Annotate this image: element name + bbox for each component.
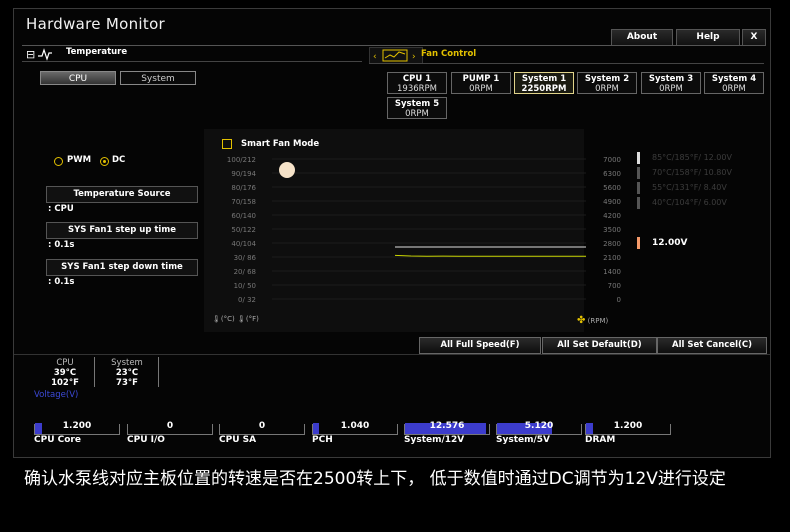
voltage-step-bar[interactable] bbox=[637, 152, 640, 164]
voltage-step-bar[interactable] bbox=[637, 197, 640, 209]
voltage-bar: 1.200 bbox=[34, 421, 120, 435]
voltage-indicator bbox=[637, 237, 640, 249]
voltage-bar: 0 bbox=[127, 421, 213, 435]
temp-tick-label: 90/194 bbox=[231, 170, 256, 178]
caption-text: 确认水泵线对应主板位置的转速是否在2500转上下， 低于数值时通过DC调节为12… bbox=[24, 469, 726, 489]
temp-tick-label: 60/140 bbox=[231, 212, 256, 220]
stat-celsius: 39°C bbox=[53, 368, 77, 378]
temp-tick-label: 40/104 bbox=[231, 240, 256, 248]
voltage-value: 12.576 bbox=[429, 421, 465, 431]
thermometer-icon: 🌡 bbox=[236, 315, 246, 323]
voltage-step-bar[interactable] bbox=[637, 182, 640, 194]
temp-tick-label: 100/212 bbox=[227, 156, 256, 164]
voltage-step-label: 40°C/104°F/ 6.00V bbox=[652, 198, 727, 207]
temp-unit-f: (°F) bbox=[245, 315, 259, 323]
fan-curve-chart: 100/212 90/194 80/176 70/158 60/140 50/122 40/… bbox=[227, 156, 621, 304]
rpm-unit: (RPM) bbox=[587, 317, 609, 325]
voltage-name: PCH bbox=[312, 435, 333, 445]
rpm-tick-label: 4900 bbox=[603, 198, 621, 206]
temp-tick-label: 10/ 50 bbox=[234, 282, 256, 290]
temp-tick-label: 50/122 bbox=[231, 226, 256, 234]
stat-name: System bbox=[111, 358, 143, 368]
voltage-name: DRAM bbox=[585, 435, 616, 445]
all-full-speed-button[interactable]: All Full Speed(F) bbox=[419, 337, 541, 354]
stat-name: CPU bbox=[56, 358, 74, 368]
rpm-tick-label: 0 bbox=[617, 296, 621, 304]
voltage-step-label: 70°C/158°F/ 10.80V bbox=[652, 168, 732, 177]
stat-celsius: 23°C bbox=[115, 368, 139, 378]
voltage-name: CPU I/O bbox=[127, 435, 165, 445]
voltage-name: System/12V bbox=[404, 435, 465, 445]
voltage-value: 1.200 bbox=[62, 421, 92, 431]
all-set-cancel-button[interactable]: All Set Cancel(C) bbox=[657, 337, 767, 354]
rpm-tick-label: 1400 bbox=[603, 268, 621, 276]
voltage-step-label: 55°C/131°F/ 8.40V bbox=[652, 183, 727, 192]
temp-tick-label: 30/ 86 bbox=[234, 254, 257, 262]
rpm-tick-label: 2800 bbox=[603, 240, 621, 248]
voltage-bar: 12.576 bbox=[404, 421, 490, 435]
temp-tick-label: 20/ 68 bbox=[234, 268, 256, 276]
voltage-step-bar[interactable] bbox=[637, 167, 640, 179]
cpu-temp-stat: CPU 39°C 102°F bbox=[42, 358, 88, 388]
voltage-value: 1.200 bbox=[613, 421, 643, 431]
rpm-series-line bbox=[394, 254, 586, 257]
voltage-bar: 1.200 bbox=[585, 421, 671, 435]
rpm-tick-label: 4200 bbox=[603, 212, 621, 220]
voltage-label: Voltage(V) bbox=[34, 390, 79, 400]
system-temp-stat: System 23°C 73°F bbox=[102, 358, 152, 388]
voltage-bar: 0 bbox=[219, 421, 305, 435]
section-divider bbox=[14, 354, 770, 355]
stat-fahrenheit: 102°F bbox=[51, 378, 79, 388]
rpm-tick-label: 700 bbox=[608, 282, 621, 290]
rpm-tick-label: 6300 bbox=[603, 170, 621, 178]
rpm-tick-label: 5600 bbox=[603, 184, 621, 192]
temp-tick-label: 0/ 32 bbox=[238, 296, 256, 304]
voltage-bar: 5.120 bbox=[496, 421, 582, 435]
temp-tick-label: 70/158 bbox=[231, 198, 256, 206]
stat-fahrenheit: 73°F bbox=[116, 378, 138, 388]
voltage-name: CPU SA bbox=[219, 435, 257, 445]
voltage-value: 0 bbox=[166, 421, 174, 431]
rpm-tick-label: 7000 bbox=[603, 156, 621, 164]
rpm-unit-label: ✤ (RPM) bbox=[577, 315, 608, 326]
thermometer-icon: 🌡 bbox=[212, 315, 221, 323]
temp-unit-label: 🌡(°C) 🌡(°F) bbox=[212, 315, 259, 323]
curve-point-marker[interactable] bbox=[279, 162, 295, 178]
stat-divider bbox=[158, 357, 159, 387]
all-set-default-button[interactable]: All Set Default(D) bbox=[542, 337, 657, 354]
fan-icon: ✤ bbox=[577, 315, 586, 326]
voltage-bar: 1.040 bbox=[312, 421, 398, 435]
voltage-value: 0 bbox=[258, 421, 266, 431]
rpm-tick-label: 3500 bbox=[603, 226, 621, 234]
hardware-monitor-window: Hardware Monitor About Help X ⊟ Temperat… bbox=[13, 8, 771, 458]
voltage-value: 5.120 bbox=[524, 421, 554, 431]
temp-tick-label: 80/176 bbox=[231, 184, 256, 192]
stat-divider bbox=[94, 357, 95, 387]
voltage-name: System/5V bbox=[496, 435, 551, 445]
voltage-value: 1.040 bbox=[340, 421, 370, 431]
temp-unit-c: (°C) bbox=[220, 315, 235, 323]
current-voltage: 12.00V bbox=[652, 238, 688, 248]
rpm-tick-label: 2100 bbox=[603, 254, 621, 262]
voltage-step-label: 85°C/185°F/ 12.00V bbox=[652, 153, 732, 162]
voltage-name: CPU Core bbox=[34, 435, 81, 445]
